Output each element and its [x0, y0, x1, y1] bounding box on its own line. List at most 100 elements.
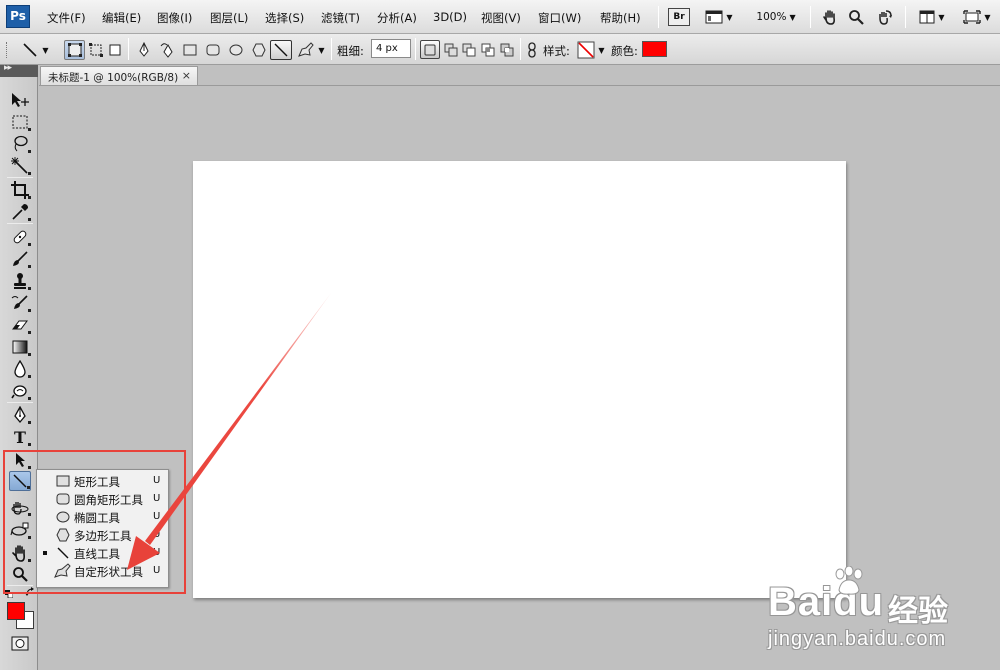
toolbox-header[interactable]: ▸▸	[0, 63, 38, 77]
rotate-view-icon	[879, 10, 892, 25]
menu-layer[interactable]: 图层(L)	[210, 10, 248, 26]
clone-stamp-tool[interactable]	[9, 271, 31, 291]
hand-view-button[interactable]	[820, 7, 840, 27]
blur-tool[interactable]	[9, 359, 31, 379]
menu-image[interactable]: 图像(I)	[157, 10, 192, 26]
baidu-paw-icon	[835, 566, 863, 595]
pen-tool-option[interactable]	[136, 40, 152, 60]
polygon-option[interactable]	[250, 40, 268, 60]
menu-divider	[905, 6, 906, 28]
expand-panel-icon: ▸▸	[4, 63, 12, 73]
bridge-button[interactable]: Br	[668, 8, 690, 26]
rotate-view-button[interactable]	[872, 7, 896, 27]
pen-tool[interactable]	[9, 405, 31, 425]
chevron-down-icon: ▼	[726, 12, 733, 22]
quick-mask-icon	[11, 636, 29, 651]
zoom-level-dropdown[interactable]: 100% ▼	[748, 7, 804, 27]
type-tool-icon: T	[14, 427, 26, 447]
create-new-shape-layer-button[interactable]	[420, 40, 440, 59]
lasso-tool[interactable]	[9, 134, 31, 154]
clone-stamp-tool-icon	[14, 273, 26, 289]
arrange-documents-button[interactable]: ▼	[915, 7, 949, 27]
menu-analysis[interactable]: 分析(A)	[377, 10, 417, 26]
menu-3d[interactable]: 3D(D)	[433, 10, 467, 24]
dodge-tool[interactable]	[9, 381, 31, 401]
magic-wand-tool-icon	[11, 157, 28, 174]
screen-layout-button[interactable]: ▼	[704, 7, 734, 27]
type-tool[interactable]: T	[9, 427, 31, 447]
exclude-overlapping-areas-button[interactable]	[498, 40, 516, 60]
menu-filter[interactable]: 滤镜(T)	[321, 10, 360, 26]
freeform-pen-option[interactable]	[159, 40, 177, 60]
gradient-tool-icon	[12, 340, 28, 354]
move-tool-icon	[12, 93, 29, 107]
menu-view[interactable]: 视图(V)	[481, 10, 521, 26]
ellipse-option[interactable]	[227, 40, 245, 60]
zoom-level-value: 100%	[756, 11, 787, 23]
move-tool[interactable]	[9, 90, 31, 110]
chevron-down-icon: ▼	[42, 45, 49, 55]
menu-select[interactable]: 选择(S)	[265, 10, 304, 26]
weight-input[interactable]	[371, 39, 411, 58]
options-divider	[128, 38, 129, 60]
magic-wand-tool[interactable]	[9, 156, 31, 176]
menu-edit[interactable]: 编辑(E)	[102, 10, 141, 26]
menu-file[interactable]: 文件(F)	[47, 10, 86, 26]
chevron-down-icon: ▼	[318, 45, 325, 55]
eraser-tool[interactable]	[9, 315, 31, 335]
brush-tool[interactable]	[9, 249, 31, 269]
spot-healing-brush-tool[interactable]	[9, 227, 31, 247]
menu-help[interactable]: 帮助(H)	[600, 10, 641, 26]
dodge-tool-icon	[11, 385, 27, 399]
rectangle-option[interactable]	[181, 40, 199, 60]
zoom-view-button[interactable]	[846, 7, 866, 27]
screen-mode-button[interactable]: ▼	[960, 7, 994, 27]
options-bar-grip[interactable]	[6, 42, 9, 58]
intersect-shape-areas-button[interactable]	[479, 40, 497, 60]
custom-shape-option[interactable]: ▼	[294, 40, 328, 60]
rounded-rectangle-option[interactable]	[204, 40, 222, 60]
color-label: 颜色:	[611, 44, 638, 58]
foreground-color-swatch[interactable]	[7, 602, 25, 620]
intersect-shape-icon	[481, 43, 495, 57]
gradient-tool[interactable]	[9, 337, 31, 357]
ellipse-icon	[229, 44, 243, 56]
subtract-from-shape-area-button[interactable]	[460, 40, 478, 60]
quick-mask-button[interactable]	[11, 636, 29, 651]
history-brush-tool[interactable]	[9, 293, 31, 313]
rectangle-shape-icon	[183, 44, 197, 56]
shape-layers-mode-button[interactable]	[64, 40, 85, 60]
screen-layout-icon	[705, 10, 723, 24]
photoshop-logo: Ps	[6, 5, 30, 28]
document-canvas[interactable]	[193, 161, 846, 598]
arrange-documents-icon	[919, 10, 935, 24]
options-divider	[415, 38, 416, 60]
hand-icon	[823, 10, 835, 25]
document-tab[interactable]: 未标题-1 @ 100%(RGB/8) ×	[40, 66, 198, 85]
freeform-pen-icon	[160, 43, 173, 58]
tool-preset-picker[interactable]: ▼	[14, 40, 56, 60]
paths-mode-button[interactable]	[87, 40, 105, 60]
menu-window[interactable]: 窗口(W)	[538, 10, 581, 26]
eyedropper-tool[interactable]	[9, 202, 31, 222]
fill-pixels-icon	[109, 44, 121, 56]
crop-tool[interactable]	[9, 180, 31, 200]
shape-color-swatch[interactable]	[642, 41, 667, 57]
custom-shape-icon	[298, 42, 315, 57]
add-to-shape-area-button[interactable]	[442, 40, 460, 60]
rectangular-marquee-tool[interactable]	[9, 112, 31, 132]
fill-pixels-mode-button[interactable]	[106, 40, 124, 60]
tab-strip-border	[39, 85, 1000, 86]
options-divider	[520, 38, 521, 60]
close-icon[interactable]: ×	[182, 69, 191, 82]
style-picker[interactable]: ▼	[575, 40, 607, 60]
chevron-down-icon: ▼	[598, 45, 605, 55]
watermark-product: 经验	[888, 594, 948, 629]
eraser-tool-icon	[12, 320, 28, 330]
eyedropper-tool-icon	[12, 204, 28, 220]
line-option[interactable]	[270, 40, 292, 60]
menu-divider	[810, 6, 811, 28]
link-icon	[528, 42, 536, 58]
link-style-button[interactable]	[525, 40, 539, 60]
shape-layers-icon	[67, 43, 82, 57]
